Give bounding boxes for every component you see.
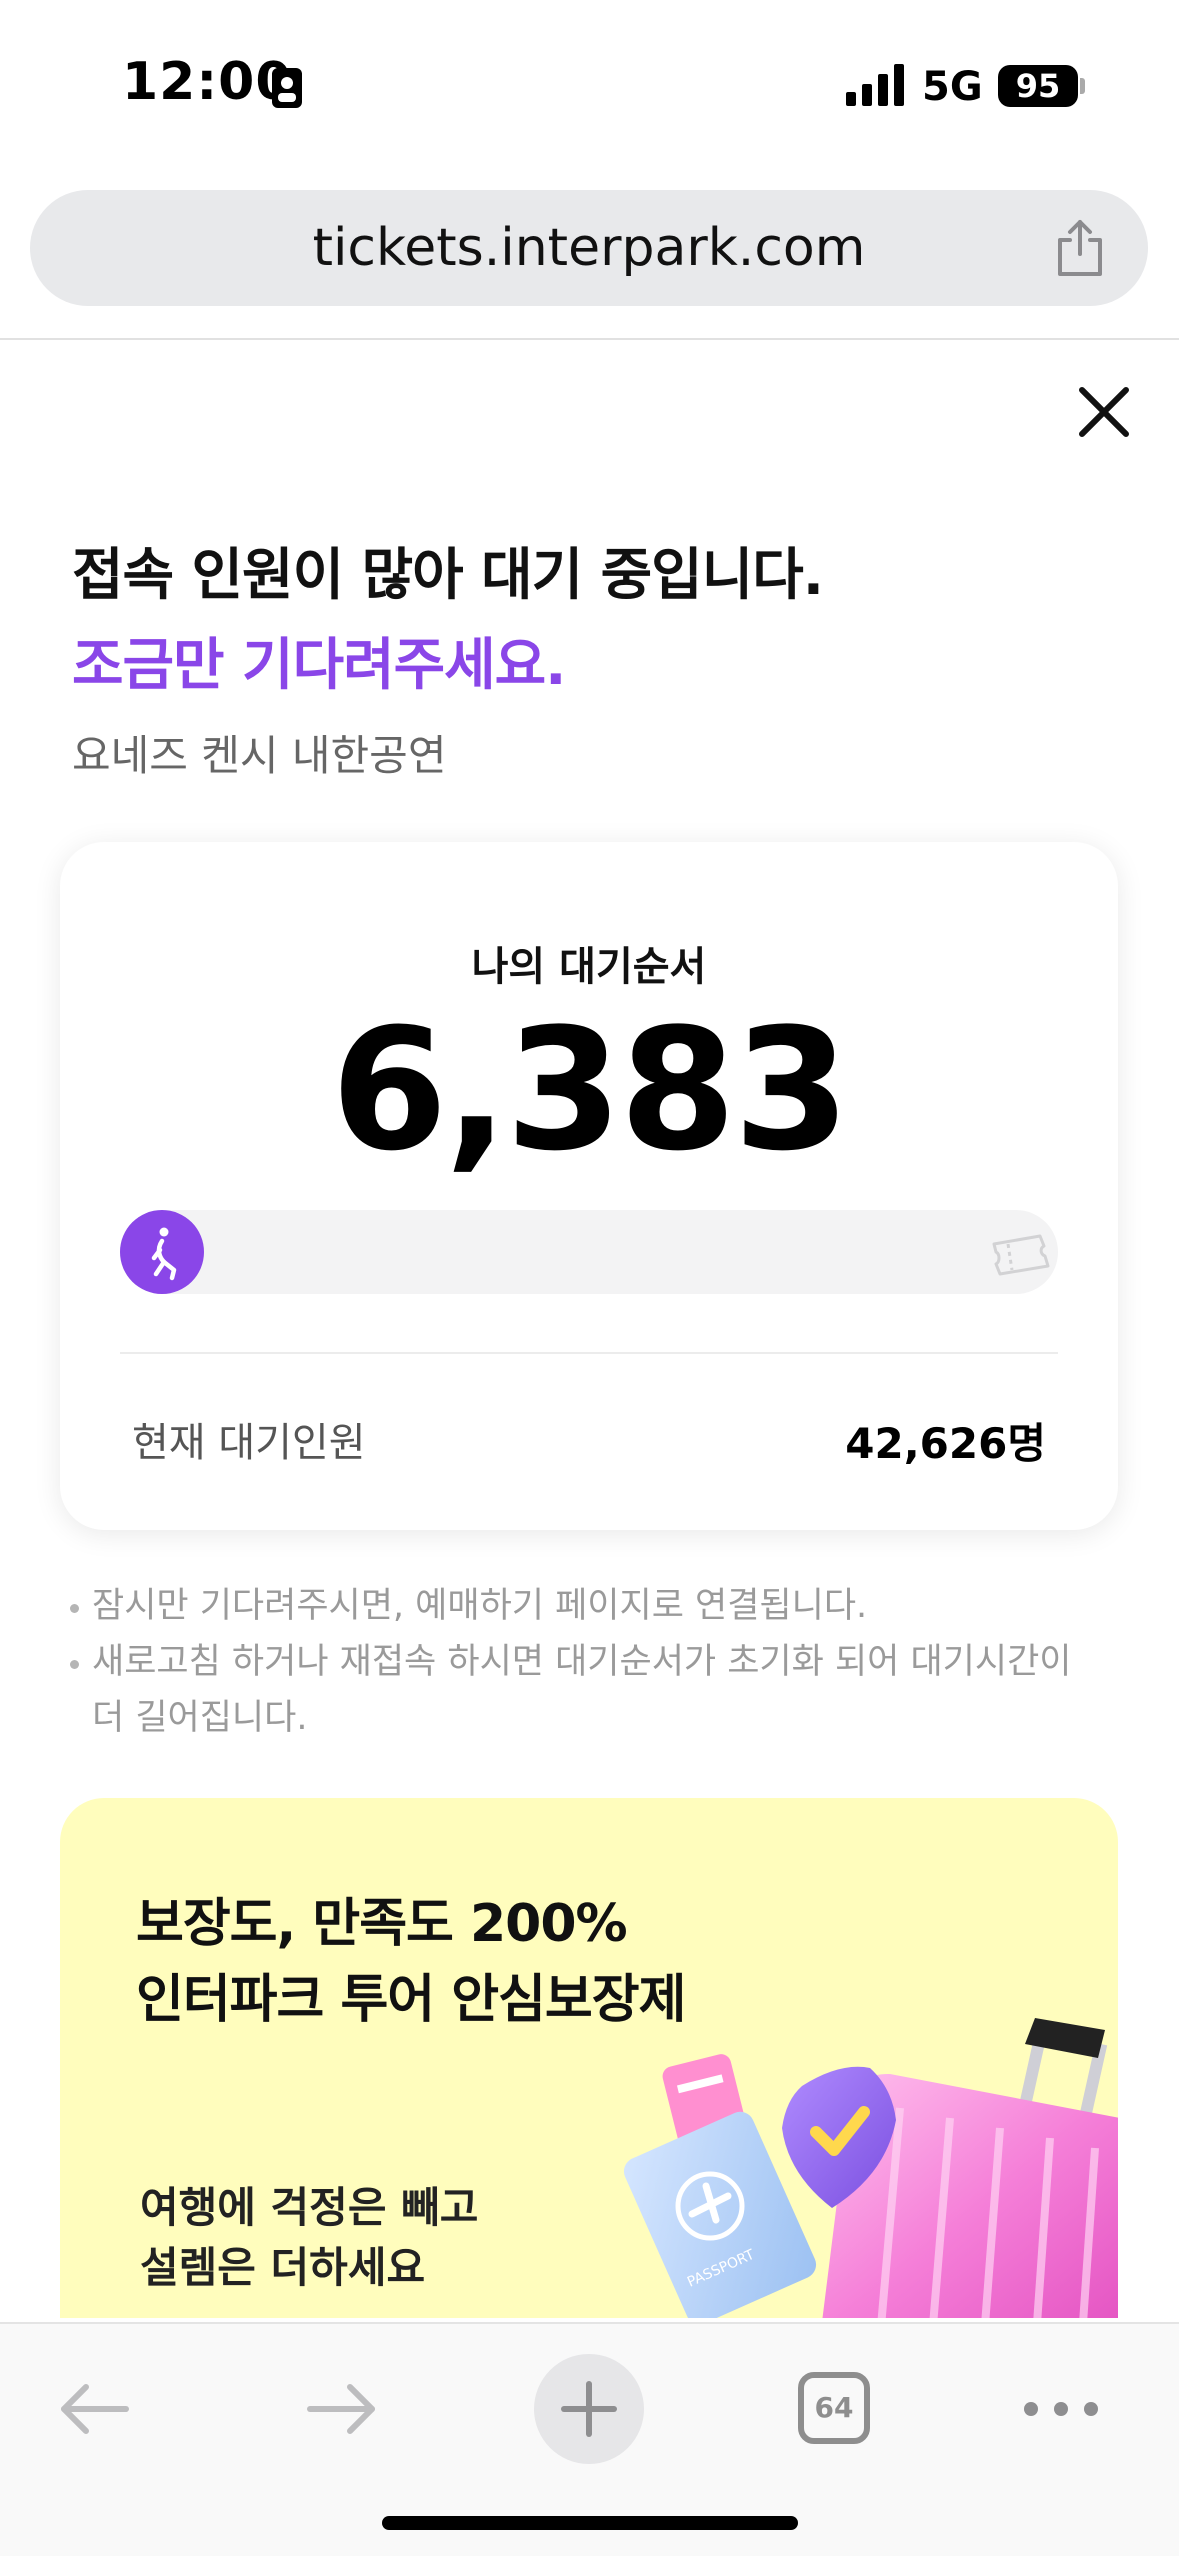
total-waiting-label: 현재 대기인원 <box>132 1420 366 1466</box>
queue-progress-bar <box>120 1210 1058 1294</box>
event-name: 요네즈 켄시 내한공연 <box>72 731 447 780</box>
page-subtitle: 조금만 기다려주세요. <box>72 633 566 698</box>
back-button[interactable] <box>40 2354 150 2464</box>
share-icon[interactable] <box>1052 218 1108 278</box>
runner-icon <box>151 1227 177 1281</box>
id-badge-icon <box>272 68 302 108</box>
status-bar: 12:00 5G 95 <box>0 0 1179 170</box>
my-position-number: 6,383 <box>330 992 850 1188</box>
promo-banner[interactable]: 보장도, 만족도 200% 인터파크 투어 안심보장제 PASSPORT 여행에… <box>60 1798 1118 2318</box>
runner-badge <box>120 1210 204 1294</box>
card-divider <box>120 1352 1058 1354</box>
banner-subtitle-line: 설렘은 더하세요 <box>140 2243 426 2292</box>
tabs-button[interactable]: 64 <box>780 2354 890 2464</box>
notice-item: 새로고침 하거나 재접속 하시면 대기순서가 초기화 되어 대기시간이 더 길어… <box>68 1634 1108 1746</box>
banner-subtitle: 여행에 걱정은 빼고 설렘은 더하세요 <box>140 2178 478 2298</box>
tabs-icon: 64 <box>798 2372 870 2444</box>
new-tab-button[interactable] <box>534 2354 644 2464</box>
luggage-illustration: PASSPORT <box>623 2018 1118 2318</box>
more-icon <box>1024 2402 1098 2416</box>
close-icon[interactable] <box>1076 384 1132 440</box>
notice-item: 잠시만 기다려주시면, 예매하기 페이지로 연결됩니다. <box>68 1578 1108 1634</box>
network-type: 5G <box>922 64 983 110</box>
plus-icon <box>561 2381 617 2437</box>
total-waiting-value: 42,626명 <box>845 1419 1046 1468</box>
url-divider <box>0 338 1179 340</box>
battery-tip <box>1080 78 1085 94</box>
ticket-icon <box>992 1234 1050 1276</box>
battery-level: 95 <box>998 65 1078 107</box>
queue-card: 나의 대기순서 6,383 현재 대기인원 42,626명 <box>60 842 1118 1530</box>
more-button[interactable] <box>1006 2354 1116 2464</box>
status-time: 12:00 <box>122 52 293 112</box>
my-position-label: 나의 대기순서 <box>471 944 707 990</box>
home-indicator <box>382 2516 798 2530</box>
page-title: 접속 인원이 많아 대기 중입니다. <box>72 543 824 608</box>
banner-title-line: 보장도, 만족도 200% <box>136 1894 628 1954</box>
url-text[interactable]: tickets.interpark.com <box>30 190 1148 306</box>
signal-icon <box>846 64 904 106</box>
back-arrow-icon <box>61 2384 129 2434</box>
forward-arrow-icon <box>307 2384 375 2434</box>
banner-subtitle-line: 여행에 걱정은 빼고 <box>140 2183 479 2232</box>
forward-button[interactable] <box>286 2354 396 2464</box>
address-bar[interactable]: tickets.interpark.com <box>30 190 1148 306</box>
notice-list: 잠시만 기다려주시면, 예매하기 페이지로 연결됩니다. 새로고침 하거나 재접… <box>68 1578 1108 1746</box>
